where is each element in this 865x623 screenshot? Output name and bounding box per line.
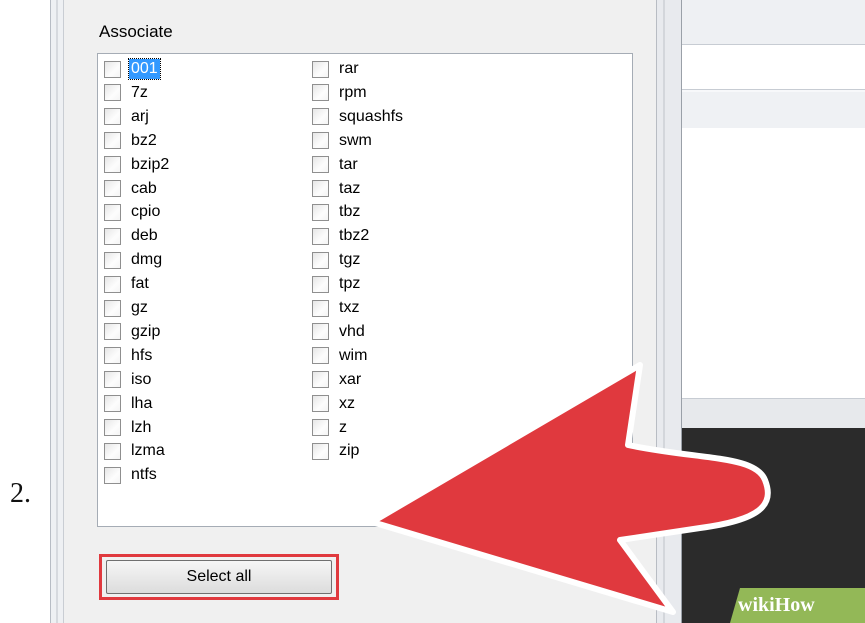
red-arrow-annotation (369, 362, 771, 615)
wikihow-watermark: wikiHow (730, 588, 865, 623)
